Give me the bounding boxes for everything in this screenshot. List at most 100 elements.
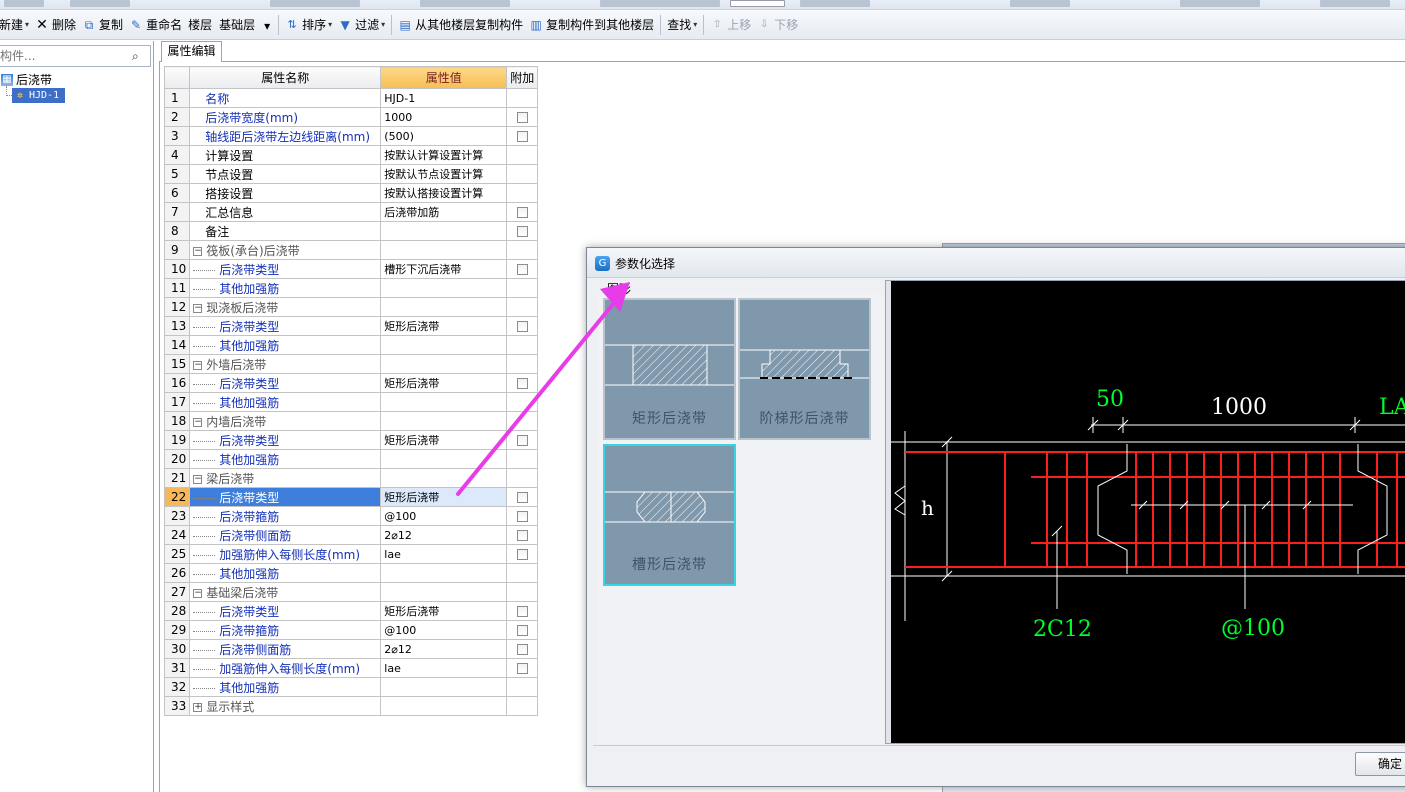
property-row[interactable]: 18− 内墙后浇带 — [163, 411, 539, 431]
component-search-input[interactable] — [0, 46, 124, 66]
property-value-cell[interactable] — [380, 335, 508, 355]
extra-checkbox[interactable] — [516, 625, 528, 636]
property-name-cell[interactable]: 名称 — [189, 88, 382, 108]
property-row[interactable]: 33 + 显示样式 — [163, 696, 539, 716]
property-name-cell[interactable]: 其他加强筋 — [189, 392, 382, 412]
property-row[interactable]: 23 后浇带箍筋 @100 — [163, 506, 539, 526]
sort-button[interactable]: ⇅ 排序 ▾ — [282, 14, 335, 36]
property-name-cell[interactable]: − 现浇板后浇带 — [189, 297, 382, 317]
move-up-button[interactable]: ⇧ 上移 — [707, 14, 754, 36]
floor-select[interactable]: 基础层 ▾ — [215, 16, 275, 34]
rename-button[interactable]: ✎ 重命名 — [126, 14, 185, 36]
property-row[interactable]: 19 后浇带类型 矩形后浇带 — [163, 430, 539, 450]
property-value-cell[interactable]: (500) — [380, 126, 508, 146]
property-row[interactable]: 3 轴线距后浇带左边线距离(mm) (500) — [163, 126, 539, 146]
property-value-cell[interactable]: 矩形后浇带 — [380, 601, 508, 621]
extra-checkbox[interactable] — [516, 435, 528, 446]
property-row[interactable]: 32 其他加强筋 — [163, 677, 539, 697]
property-name-cell[interactable]: 后浇带类型 — [189, 316, 382, 336]
property-value-cell[interactable] — [380, 221, 508, 241]
property-value-cell[interactable] — [380, 240, 508, 260]
property-name-cell[interactable]: 后浇带箍筋 — [189, 620, 382, 640]
property-value-cell[interactable]: lae — [380, 544, 508, 564]
extra-checkbox[interactable] — [516, 378, 528, 389]
extra-checkbox[interactable] — [516, 644, 528, 655]
property-row[interactable]: 21− 梁后浇带 — [163, 468, 539, 488]
property-row[interactable]: 5 节点设置 按默认节点设置计算 — [163, 164, 539, 184]
property-value-header[interactable]: 属性值 — [380, 66, 508, 89]
property-row[interactable]: 7 汇总信息 后浇带加筋 — [163, 202, 539, 222]
property-row[interactable]: 1 名称 HJD-1 — [163, 88, 539, 108]
collapse-icon[interactable]: − — [193, 588, 203, 598]
property-row[interactable]: 13 后浇带类型 矩形后浇带 — [163, 316, 539, 336]
copy-button[interactable]: ⧉ 复制 — [79, 14, 126, 36]
collapse-icon[interactable]: − — [193, 360, 203, 370]
dialog-titlebar[interactable]: G 参数化选择 — [587, 248, 1405, 278]
extra-checkbox[interactable] — [516, 226, 528, 237]
property-row[interactable]: 22 后浇带类型 矩形后浇带 — [163, 487, 539, 507]
property-value-cell[interactable] — [380, 411, 508, 431]
property-name-cell[interactable]: 后浇带宽度(mm) — [189, 107, 382, 127]
property-name-cell[interactable]: 其他加强筋 — [189, 677, 382, 697]
shape-option-rectangular[interactable]: 矩形后浇带 — [603, 298, 736, 440]
property-value-cell[interactable]: 后浇带加筋 — [380, 202, 508, 222]
property-row[interactable]: 10 后浇带类型 槽形下沉后浇带 — [163, 259, 539, 279]
property-value-cell[interactable]: 按默认计算设置计算 — [380, 145, 508, 165]
property-value-cell[interactable]: 2⌀12 — [380, 525, 508, 545]
property-name-cell[interactable]: 加强筋伸入每侧长度(mm) — [189, 658, 382, 678]
new-button[interactable]: 新建 ▾ — [0, 14, 32, 36]
extra-checkbox[interactable] — [516, 112, 528, 123]
property-value-cell[interactable] — [380, 677, 508, 697]
property-name-header[interactable]: 属性名称 — [189, 66, 382, 89]
property-name-cell[interactable]: − 筏板(承台)后浇带 — [189, 240, 382, 260]
property-row[interactable]: 15− 外墙后浇带 — [163, 354, 539, 374]
property-name-cell[interactable]: 汇总信息 — [189, 202, 382, 222]
extra-checkbox[interactable] — [516, 663, 528, 674]
property-row[interactable]: 2 后浇带宽度(mm) 1000 — [163, 107, 539, 127]
property-value-cell[interactable]: 矩形后浇带 — [380, 373, 508, 393]
property-name-cell[interactable]: 备注 — [189, 221, 382, 241]
property-name-cell[interactable]: 节点设置 — [189, 164, 382, 184]
expand-icon[interactable]: + — [193, 702, 203, 712]
extra-checkbox[interactable] — [516, 131, 528, 142]
property-name-cell[interactable]: 后浇带类型 — [189, 259, 382, 279]
property-value-cell[interactable] — [380, 354, 508, 374]
extra-checkbox[interactable] — [516, 511, 528, 522]
delete-button[interactable]: ✕ 删除 — [32, 14, 79, 36]
property-row[interactable]: 26 其他加强筋 — [163, 563, 539, 583]
property-value-cell[interactable] — [380, 278, 508, 298]
property-row[interactable]: 24 后浇带侧面筋 2⌀12 — [163, 525, 539, 545]
property-row[interactable]: 12− 现浇板后浇带 — [163, 297, 539, 317]
property-row[interactable]: 20 其他加强筋 — [163, 449, 539, 469]
property-row[interactable]: 9− 筏板(承台)后浇带 — [163, 240, 539, 260]
property-name-cell[interactable]: 搭接设置 — [189, 183, 382, 203]
extra-checkbox[interactable] — [516, 606, 528, 617]
property-value-cell[interactable] — [380, 392, 508, 412]
property-name-cell[interactable]: − 基础梁后浇带 — [189, 582, 382, 602]
property-name-cell[interactable]: 轴线距后浇带左边线距离(mm) — [189, 126, 382, 146]
property-row[interactable]: 28 后浇带类型 矩形后浇带 — [163, 601, 539, 621]
collapse-icon[interactable]: − — [193, 417, 203, 427]
collapse-icon[interactable]: − — [193, 474, 203, 484]
copy-from-floor-button[interactable]: ▤ 从其他楼层复制构件 — [395, 14, 526, 36]
collapse-icon[interactable]: − — [193, 303, 203, 313]
extra-header[interactable]: 附加 — [506, 66, 539, 89]
property-value-cell[interactable] — [380, 449, 508, 469]
property-value-cell[interactable]: 矩形后浇带 — [380, 430, 508, 450]
property-value-cell[interactable]: 按默认节点设置计算 — [380, 164, 508, 184]
extra-checkbox[interactable] — [516, 321, 528, 332]
property-row[interactable]: 11 其他加强筋 — [163, 278, 539, 298]
property-value-cell[interactable] — [380, 696, 508, 716]
property-value-cell[interactable] — [380, 563, 508, 583]
property-row[interactable]: 6 搭接设置 按默认搭接设置计算 — [163, 183, 539, 203]
property-value-cell[interactable]: 1000 — [380, 107, 508, 127]
property-row[interactable]: 14 其他加强筋 — [163, 335, 539, 355]
property-name-cell[interactable]: 其他加强筋 — [189, 449, 382, 469]
property-row[interactable]: 30 后浇带侧面筋 2⌀12 — [163, 639, 539, 659]
property-name-cell[interactable]: − 外墙后浇带 — [189, 354, 382, 374]
property-value-cell[interactable]: 矩形后浇带 — [380, 487, 508, 507]
property-value-cell[interactable]: HJD-1 — [380, 88, 508, 108]
extra-checkbox[interactable] — [516, 492, 528, 503]
move-down-button[interactable]: ⇩ 下移 — [754, 14, 801, 36]
extra-checkbox[interactable] — [516, 207, 528, 218]
